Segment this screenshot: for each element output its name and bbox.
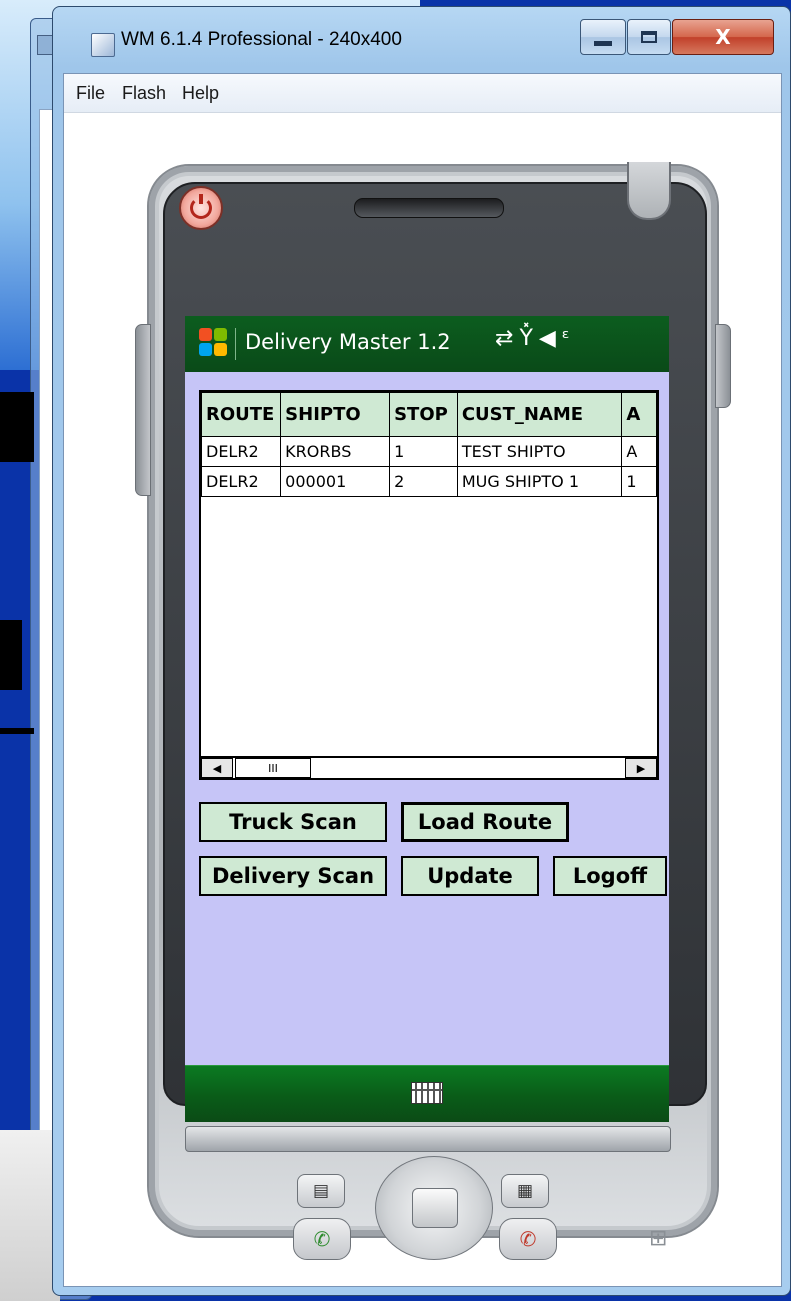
logoff-button[interactable]: Logoff [553, 856, 667, 896]
call-icon[interactable]: ✆ [293, 1218, 351, 1260]
status-icons[interactable]: ⇄Y̽◀ᵋ [495, 326, 576, 351]
table-row[interactable]: DELR2 KRORBS 1 TEST SHIPTO A [201, 436, 657, 467]
column-header-next[interactable]: A [621, 392, 657, 437]
route-data-grid[interactable]: ROUTE SHIPTO STOP CUST_NAME A DELR2 KROR… [199, 390, 659, 780]
background-text-fragment [0, 392, 34, 462]
grid-header-row: ROUTE SHIPTO STOP CUST_NAME A [201, 392, 657, 437]
menu-file[interactable]: File [76, 83, 105, 104]
menu-bar: File Flash Help [64, 74, 781, 113]
softkey-bar [185, 1065, 669, 1122]
cell-route[interactable]: DELR2 [201, 436, 282, 467]
column-header-stop[interactable]: STOP [389, 392, 458, 437]
close-icon: X [715, 25, 731, 49]
background-text-fragment [0, 728, 34, 734]
delivery-scan-button[interactable]: Delivery Scan [199, 856, 387, 896]
navigation-pad[interactable] [375, 1156, 493, 1260]
no-signal-icon[interactable]: Y̽ [519, 326, 538, 351]
cell-next[interactable]: 1 [621, 466, 657, 497]
power-icon [190, 194, 212, 219]
menu-flash[interactable]: Flash [122, 83, 166, 104]
truck-scan-button[interactable]: Truck Scan [199, 802, 387, 842]
horizontal-scrollbar[interactable]: ◀ III ▶ [201, 756, 657, 778]
cell-shipto[interactable]: 000001 [280, 466, 391, 497]
minimize-icon [594, 40, 612, 46]
speaker-muted-icon[interactable]: ◀ᵋ [539, 326, 576, 351]
window-titlebar[interactable]: WM 6.1.4 Professional - 240x400 X [53, 7, 790, 67]
window-client-area: File Flash Help Delivery Master 1.2 ⇄Y̽◀… [63, 73, 782, 1287]
status-separator [235, 328, 236, 360]
scroll-thumb[interactable]: III [235, 758, 311, 778]
column-header-route[interactable]: ROUTE [201, 392, 282, 437]
device-screen: Delivery Master 1.2 ⇄Y̽◀ᵋ ROUTE SHIPTO S… [185, 316, 669, 1122]
app-title: Delivery Master 1.2 [245, 330, 451, 354]
status-bar: Delivery Master 1.2 ⇄Y̽◀ᵋ [185, 316, 669, 372]
grid-table: ROUTE SHIPTO STOP CUST_NAME A DELR2 KROR… [201, 392, 657, 497]
window-title: WM 6.1.4 Professional - 240x400 [121, 29, 402, 50]
cell-route[interactable]: DELR2 [201, 466, 282, 497]
stylus-slot[interactable] [627, 162, 671, 220]
cell-stop[interactable]: 2 [389, 466, 458, 497]
windows-logo-icon: ⊞ [649, 1226, 668, 1251]
power-button[interactable] [179, 186, 223, 230]
cell-cust-name[interactable]: MUG SHIPTO 1 [456, 466, 623, 497]
column-header-cust-name[interactable]: CUST_NAME [456, 392, 623, 437]
keyboard-icon[interactable] [411, 1082, 443, 1104]
scroll-right-button[interactable]: ▶ [625, 758, 657, 778]
window-app-icon [91, 33, 115, 57]
calendar-icon[interactable]: ▦ [501, 1174, 549, 1208]
hardware-softkey-bar[interactable] [185, 1126, 671, 1152]
maximize-icon [641, 31, 657, 43]
side-button-left[interactable] [135, 324, 151, 496]
emulator-window: WM 6.1.4 Professional - 240x400 X File F… [52, 6, 791, 1296]
background-text-fragment [0, 620, 22, 690]
device-skin: Delivery Master 1.2 ⇄Y̽◀ᵋ ROUTE SHIPTO S… [135, 162, 731, 1260]
connectivity-icon[interactable]: ⇄ [495, 326, 519, 351]
load-route-button[interactable]: Load Route [401, 802, 569, 842]
maximize-button[interactable] [627, 19, 671, 55]
start-icon[interactable] [199, 328, 229, 358]
cell-next[interactable]: A [621, 436, 657, 467]
table-row[interactable]: DELR2 000001 2 MUG SHIPTO 1 1 [201, 466, 657, 497]
end-call-icon[interactable]: ✆ [499, 1218, 557, 1260]
column-header-shipto[interactable]: SHIPTO [280, 392, 391, 437]
background-graphic [0, 1130, 60, 1301]
action-button[interactable] [412, 1188, 458, 1228]
speaker-grille [354, 198, 504, 218]
menu-help[interactable]: Help [182, 83, 219, 104]
contacts-icon[interactable]: ▤ [297, 1174, 345, 1208]
close-button[interactable]: X [672, 19, 774, 55]
minimize-button[interactable] [580, 19, 626, 55]
cell-stop[interactable]: 1 [389, 436, 458, 467]
update-button[interactable]: Update [401, 856, 539, 896]
cell-shipto[interactable]: KRORBS [280, 436, 391, 467]
scroll-left-button[interactable]: ◀ [201, 758, 233, 778]
cell-cust-name[interactable]: TEST SHIPTO [456, 436, 623, 467]
side-button-right[interactable] [715, 324, 731, 408]
